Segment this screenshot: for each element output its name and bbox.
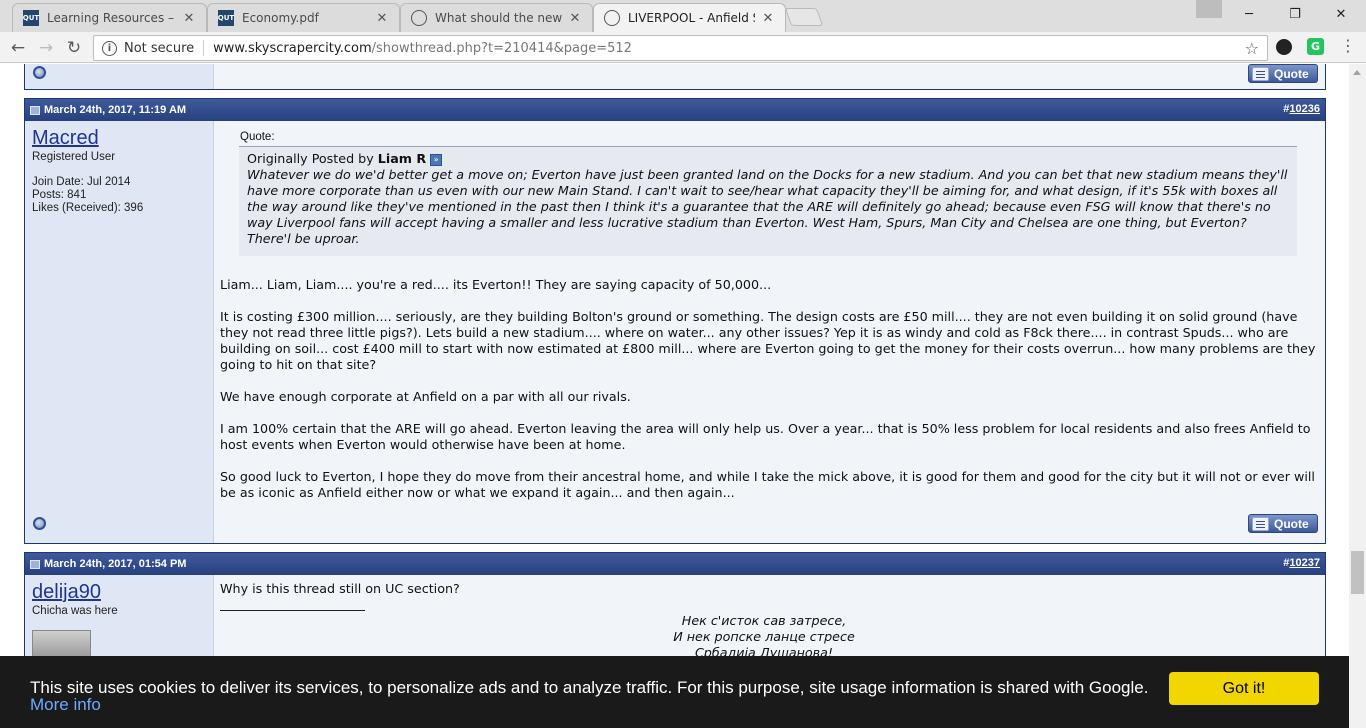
reload-icon[interactable]: ↻ xyxy=(63,37,85,59)
post-header: March 24th, 2017, 11:19 AM #10236 xyxy=(25,99,1325,121)
signature-line: И нек ропске ланце стресе xyxy=(673,629,855,644)
tab-liverpool-anfield[interactable]: LIVERPOOL - Anfield Stad ✕ xyxy=(593,3,786,32)
tab-title: Economy.pdf xyxy=(242,11,319,25)
quote-button-label: Quote xyxy=(1274,66,1309,81)
info-icon[interactable]: i xyxy=(102,40,117,56)
url-path: /showthread.php?t=210414&page=512 xyxy=(371,40,632,56)
extension-icon[interactable] xyxy=(1276,39,1292,55)
quote-button[interactable]: Quote xyxy=(1248,514,1318,533)
back-icon[interactable]: ← xyxy=(7,37,29,59)
new-tab-button[interactable] xyxy=(784,8,824,26)
online-status-icon xyxy=(33,517,46,530)
previous-post-sidebar xyxy=(25,64,214,89)
previous-post-tail: Quote xyxy=(24,64,1326,90)
quote-label: Quote: xyxy=(240,131,275,143)
post-message: Why is this thread still on UC section? xyxy=(220,581,460,596)
tab-economy-pdf[interactable]: QUT Economy.pdf ✕ xyxy=(207,3,400,32)
tab-title: LIVERPOOL - Anfield Stad xyxy=(628,11,755,25)
tab-learning-resources[interactable]: QUT Learning Resources – UX ✕ xyxy=(12,3,207,32)
view-post-icon[interactable]: » xyxy=(430,153,443,166)
post-date: March 24th, 2017, 11:19 AM xyxy=(44,104,187,116)
post-message: Liam... Liam, Liam.... you're a red.... … xyxy=(220,277,1318,517)
message-paragraph: We have enough corporate at Anfield on a… xyxy=(220,389,631,404)
url-domain: www.skyscrapercity.com xyxy=(213,40,372,56)
address-bar[interactable]: i Not secure www.skyscrapercity.com/show… xyxy=(93,35,1268,61)
signature: Нек с'исток сав затресе, И нек ропске ла… xyxy=(214,613,1314,661)
security-label: Not secure xyxy=(124,40,195,56)
menu-icon[interactable]: ⋮ xyxy=(1340,36,1356,56)
quote-icon xyxy=(1252,66,1269,81)
post-number: #10237 xyxy=(1283,557,1320,569)
post-count: Posts: 841 xyxy=(32,189,87,201)
message-paragraph: I am 100% certain that the ARE will go a… xyxy=(220,421,1311,452)
join-date: Join Date: Jul 2014 xyxy=(32,176,131,188)
cookie-message: This site uses cookies to deliver its se… xyxy=(30,679,1150,713)
quote-icon xyxy=(1252,516,1269,531)
quote-block: Originally Posted by Liam R » Whatever w… xyxy=(239,146,1297,256)
scrollbar-thumb[interactable] xyxy=(1351,551,1364,594)
scroll-up-arrow-icon[interactable] xyxy=(1353,70,1361,75)
post-number: #10236 xyxy=(1283,103,1320,115)
close-icon[interactable]: ✕ xyxy=(375,11,389,26)
quote-attribution: Originally Posted by Liam R » xyxy=(247,151,1289,167)
profile-icon[interactable] xyxy=(1196,0,1222,18)
qut-icon: QUT xyxy=(218,10,234,26)
post-date: March 24th, 2017, 01:54 PM xyxy=(44,558,187,570)
post-header: March 24th, 2017, 01:54 PM #10237 xyxy=(25,553,1325,575)
post-number-link[interactable]: 10236 xyxy=(1289,103,1320,115)
close-icon[interactable]: ✕ xyxy=(182,11,196,26)
globe-icon xyxy=(411,10,427,26)
quote-button[interactable]: Quote xyxy=(1248,64,1318,83)
minimize-button[interactable]: ─ xyxy=(1226,0,1272,28)
tab-title: What should the new sta xyxy=(435,11,562,25)
post-icon xyxy=(30,105,40,115)
qut-icon: QUT xyxy=(23,10,39,26)
omnibox-divider xyxy=(203,40,205,56)
post-number-link[interactable]: 10237 xyxy=(1289,557,1320,569)
quote-author: Liam R xyxy=(377,151,427,166)
cookie-text: This site uses cookies to deliver its se… xyxy=(30,678,1149,697)
message-paragraph: So good luck to Everton, I hope they do … xyxy=(220,469,1315,500)
post-icon xyxy=(30,559,40,569)
user-title: Chicha was here xyxy=(32,605,118,617)
cookie-consent-bar: This site uses cookies to deliver its se… xyxy=(0,656,1349,728)
originally-posted-by: Originally Posted by xyxy=(247,151,374,166)
signature-divider xyxy=(220,610,365,611)
user-info: Join Date: Jul 2014 Posts: 841 Likes (Re… xyxy=(32,176,143,215)
username-link[interactable]: Macred xyxy=(32,127,99,150)
close-window-button[interactable]: ✕ xyxy=(1318,0,1364,28)
username-link[interactable]: delija90 xyxy=(32,581,101,604)
close-icon[interactable]: ✕ xyxy=(568,11,582,26)
page-viewport: Quote March 24th, 2017, 11:19 AM #10236 … xyxy=(0,64,1349,728)
page-scrollbar[interactable] xyxy=(1349,64,1366,728)
message-paragraph: Liam... Liam, Liam.... you're a red.... … xyxy=(220,277,772,292)
bookmark-star-icon[interactable]: ☆ xyxy=(1245,39,1259,58)
browser-toolbar: ← → ↻ i Not secure www.skyscrapercity.co… xyxy=(0,32,1366,63)
quote-text: Whatever we do we'd better get a move on… xyxy=(247,167,1288,246)
forward-icon[interactable]: → xyxy=(35,37,57,59)
likes-received: Likes (Received): 396 xyxy=(32,202,144,214)
post-10236: March 24th, 2017, 11:19 AM #10236 Macred… xyxy=(24,98,1326,544)
cookie-accept-button[interactable]: Got it! xyxy=(1169,672,1319,705)
post-body: Quote: Originally Posted by Liam R » Wha… xyxy=(214,121,1325,543)
skyscrapercity-icon xyxy=(604,10,620,26)
user-title: Registered User xyxy=(32,151,116,163)
tab-strip: QUT Learning Resources – UX ✕ QUT Econom… xyxy=(0,0,1366,32)
restore-button[interactable]: ❐ xyxy=(1272,0,1318,28)
signature-line: Нек с'исток сав затресе, xyxy=(681,613,847,628)
message-paragraph: It is costing £300 million.... seriously… xyxy=(220,309,1316,372)
more-info-link[interactable]: More info xyxy=(30,695,101,714)
tab-title: Learning Resources – UX xyxy=(47,11,176,25)
tab-new-stadium[interactable]: What should the new sta ✕ xyxy=(400,3,593,32)
grammarly-extension-icon[interactable]: G xyxy=(1307,38,1324,55)
online-status-icon xyxy=(33,66,46,79)
quote-button-label: Quote xyxy=(1274,516,1309,531)
close-icon[interactable]: ✕ xyxy=(761,11,775,26)
user-sidebar: Macred Registered User Join Date: Jul 20… xyxy=(25,121,214,543)
